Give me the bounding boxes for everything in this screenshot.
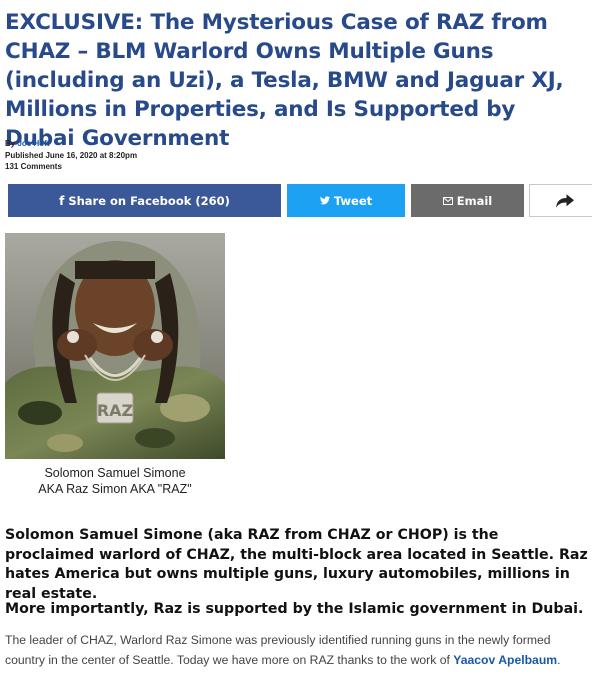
- share-facebook-button[interactable]: f Share on Facebook (260): [8, 184, 281, 217]
- envelope-icon: [442, 196, 453, 205]
- article-photo: RAZ: [5, 233, 225, 459]
- photo-caption: Solomon Samuel Simone AKA Raz Simon AKA …: [5, 465, 225, 497]
- byline-prefix: By: [5, 139, 16, 148]
- portrait-image: RAZ: [5, 233, 225, 459]
- author-link[interactable]: Joe Hoft: [17, 139, 49, 148]
- lead-paragraph: Solomon Samuel Simone (aka RAZ from CHAZ…: [5, 527, 588, 602]
- lead-paragraph-2: More importantly, Raz is supported by th…: [5, 601, 584, 617]
- tweet-button[interactable]: Tweet: [287, 184, 405, 217]
- more-share-button[interactable]: [529, 184, 592, 217]
- body-end: .: [557, 652, 561, 667]
- share-facebook-label: Share on Facebook (260): [68, 193, 230, 208]
- article-meta: By Joe Hoft Published June 16, 2020 at 8…: [5, 138, 137, 173]
- source-link[interactable]: Yaacov Apelbaum: [453, 653, 557, 667]
- body-paragraph: The leader of CHAZ, Warlord Raz Simone w…: [5, 631, 590, 670]
- email-label: Email: [456, 193, 493, 208]
- tweet-label: Tweet: [333, 193, 373, 208]
- published-date: Published June 16, 2020 at 8:20pm: [5, 150, 138, 160]
- share-arrow-icon: [555, 193, 574, 208]
- pendant-text: RAZ: [97, 401, 133, 420]
- byline: By Joe Hoft: [5, 138, 137, 150]
- email-button[interactable]: Email: [411, 184, 524, 217]
- article-headline: EXCLUSIVE: The Mysterious Case of RAZ fr…: [5, 10, 564, 151]
- caption-line-2: AKA Raz Simon AKA "RAZ": [38, 482, 192, 496]
- caption-line-1: Solomon Samuel Simone: [44, 466, 186, 480]
- twitter-icon: [319, 196, 330, 205]
- comment-count[interactable]: 131 Comments: [5, 161, 137, 173]
- facebook-icon: f: [59, 193, 65, 208]
